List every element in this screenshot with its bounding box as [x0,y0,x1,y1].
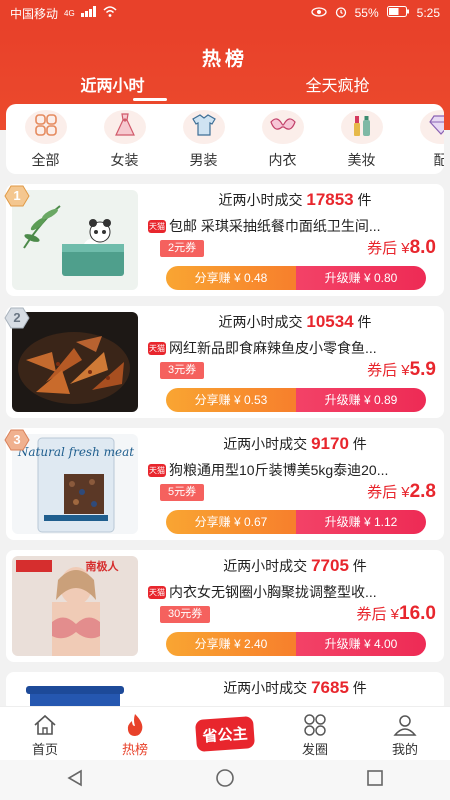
status-bar: 中国移动 4G 55% 5:25 [0,0,450,26]
category-women[interactable]: 女装 [85,104,164,174]
coupon-badge: 2元券 [160,240,205,257]
upgrade-earn-button[interactable]: 升级赚 ¥ 1.12 [296,510,426,534]
share-earn-button[interactable]: 分享赚 ¥ 0.53 [166,388,296,412]
category-label: 美妆 [347,152,376,168]
coupon-badge: 5元券 [160,484,205,501]
category-label: 内衣 [268,152,297,168]
product-image-fish-skin[interactable] [12,312,138,412]
category-label: 配 [433,152,445,168]
price: 券后 ¥2.8 [367,481,436,502]
recents-icon[interactable] [365,768,385,793]
product-card[interactable]: 1 近两小时成交 17853 件 天猫 包邮 采琪采抽纸餐巾面纸卫生间... 2… [4,184,444,296]
category-men[interactable]: 男装 [164,104,243,174]
home-icon [33,714,57,739]
back-icon[interactable] [65,768,85,793]
sales-count: 近两小时成交 10534 件 [218,312,372,331]
signal-icon [80,6,97,20]
coupon-badge: 3元券 [160,362,205,379]
sales-count: 近两小时成交 9170 件 [223,434,367,453]
bra-icon [269,116,296,139]
brand-logo: 省公主 [194,715,256,752]
cosmetics-icon [351,113,373,142]
flame-icon [124,713,146,740]
brand-logo-text: 南极人 [86,559,120,573]
share-earn-button[interactable]: 分享赚 ¥ 0.67 [166,510,296,534]
network-label: 4G [64,8,75,18]
share-earn-button[interactable]: 分享赚 ¥ 2.40 [166,632,296,656]
clock: 5:25 [416,6,440,20]
nav-moments[interactable]: 发圈 [270,707,360,760]
nav-brand[interactable]: 省公主 [180,707,270,760]
category-all[interactable]: 全部 [6,104,85,174]
carrier-label: 中国移动 [10,6,59,21]
sales-count: 近两小时成交 7685 件 [223,678,367,697]
product-title[interactable]: 天猫 狗粮通用型10斤装博美5kg泰迪20... [148,460,418,480]
shirt-icon [191,113,216,141]
nav-hot-list[interactable]: 热榜 [90,707,180,760]
dress-icon [114,112,136,142]
category-bar: 全部 女装 男装 内衣 美妆 配 [6,104,444,174]
tab-bar: 近两小时 全天疯抢 [0,72,450,96]
eye-icon [310,6,327,20]
share-earn-button[interactable]: 分享赚 ¥ 0.48 [166,266,296,290]
coupon-badge: 30元券 [160,606,211,623]
upgrade-earn-button[interactable]: 升级赚 ¥ 4.00 [296,632,426,656]
category-cosmetics[interactable]: 美妆 [322,104,401,174]
battery-level: 55% [354,6,379,20]
tmall-badge: 天猫 [148,585,166,599]
tmall-badge: 天猫 [148,341,166,355]
nav-home[interactable]: 首页 [0,707,90,760]
product-card[interactable]: 南极人 近两小时成交 7705 件 天猫 内衣女无钢圈小胸聚拢调整型收... 3… [6,550,444,662]
upgrade-earn-button[interactable]: 升级赚 ¥ 0.80 [296,266,426,290]
tmall-badge: 天猫 [148,463,166,477]
category-label: 男装 [189,152,218,168]
price: 券后 ¥8.0 [367,237,436,258]
rank-badge: 1 [4,185,30,207]
home-circle-icon[interactable] [214,767,236,794]
battery-icon [386,6,409,20]
diamond-icon [428,114,444,140]
rank-badge: 2 [4,307,30,329]
product-card[interactable]: 2 近两小时成交 10534 件 天猫 网红新品即食麻辣鱼皮小零食鱼... 3元… [4,306,444,418]
nav-profile[interactable]: 我的 [360,707,450,760]
product-image-dog-food[interactable]: Natural fresh meat [12,434,138,534]
category-accessories[interactable]: 配 [401,104,444,174]
bottom-nav: 首页 热榜 省公主 发圈 我的 [0,706,450,760]
product-card[interactable]: Natural fresh meat 3 近两小时成交 9170 件 天猫 狗粮… [4,428,444,540]
tmall-badge: 天猫 [148,219,166,233]
system-nav-bar [0,760,450,800]
product-title[interactable]: 天猫 包邮 采琪采抽纸餐巾面纸卫生间... [148,216,418,236]
page-title: 热榜 [201,49,248,70]
category-underwear[interactable]: 内衣 [243,104,322,174]
user-icon [393,713,417,740]
price: 券后 ¥16.0 [356,603,437,624]
upgrade-earn-button[interactable]: 升级赚 ¥ 0.89 [296,388,426,412]
circles-grid-icon [303,713,327,740]
package-brand-text: Natural fresh meat [17,445,134,459]
rank-badge: 3 [4,429,30,451]
alarm-icon [335,6,347,21]
product-image-lingerie[interactable]: 南极人 [12,556,138,656]
wifi-icon [103,6,117,20]
tab-all-day[interactable]: 全天疯抢 [225,72,450,96]
tab-recent-two-hours[interactable]: 近两小时 [0,72,225,96]
product-title[interactable]: 天猫 内衣女无钢圈小胸聚拢调整型收... [148,582,418,602]
category-label: 女装 [110,152,139,168]
active-tab-indicator [133,98,167,101]
sales-count: 近两小时成交 7705 件 [223,556,367,575]
product-image-tissue[interactable] [12,190,138,290]
price: 券后 ¥5.9 [367,359,436,380]
sales-count: 近两小时成交 17853 件 [218,190,372,209]
product-title[interactable]: 天猫 网红新品即食麻辣鱼皮小零食鱼... [148,338,418,358]
category-label: 全部 [31,152,60,168]
grid-icon [34,113,57,141]
